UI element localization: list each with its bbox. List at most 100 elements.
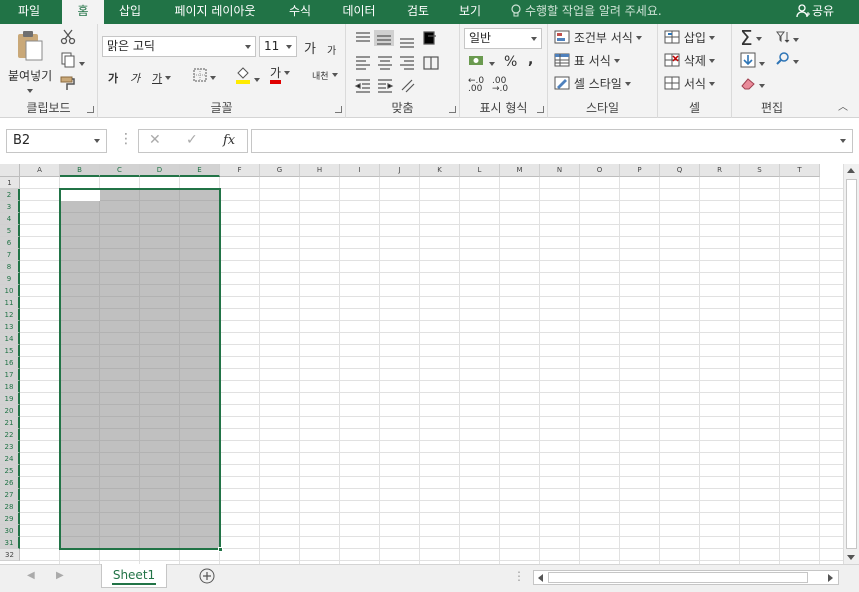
check-icon[interactable]: ✓ <box>186 132 198 148</box>
add-sheet-icon[interactable] <box>199 568 215 587</box>
column-header[interactable]: O <box>580 164 620 177</box>
row-header[interactable]: 24 <box>0 453 20 465</box>
paste-button[interactable]: 붙여넣기 <box>8 30 52 98</box>
selection-range[interactable] <box>59 188 221 550</box>
row-header[interactable]: 5 <box>0 225 20 237</box>
scroll-down-icon[interactable] <box>847 555 855 560</box>
row-header[interactable]: 13 <box>0 321 20 333</box>
number-format-combo[interactable]: 일반 <box>464 28 542 49</box>
border-button[interactable] <box>193 68 216 85</box>
column-header[interactable]: S <box>740 164 780 177</box>
row-header[interactable]: 32 <box>0 549 20 561</box>
row-header[interactable]: 2 <box>0 189 20 201</box>
increase-decimal-button[interactable]: ←.0.00 <box>468 77 484 94</box>
row-header[interactable]: 12 <box>0 309 20 321</box>
column-header[interactable]: R <box>700 164 740 177</box>
percent-button[interactable]: % <box>504 54 517 70</box>
row-header[interactable]: 25 <box>0 465 20 477</box>
worksheet-grid[interactable]: ABCDEFGHIJKLMNOPQRST 1 2 3 4 5 6 7 8 9 10 11 12 13 14… <box>0 164 843 564</box>
clipboard-launcher-icon[interactable] <box>87 106 94 113</box>
font-name-combo[interactable]: 맑은 고딕 <box>102 36 256 57</box>
row-header[interactable]: 21 <box>0 417 20 429</box>
insert-function-button[interactable]: fx <box>223 133 235 148</box>
column-header[interactable]: G <box>260 164 300 177</box>
tab-splitter-icon[interactable]: ⋮ <box>513 569 525 583</box>
row-header[interactable]: 1 <box>0 177 20 189</box>
column-header[interactable]: N <box>540 164 580 177</box>
column-header[interactable]: T <box>780 164 820 177</box>
select-all-corner[interactable] <box>0 164 20 177</box>
row-header[interactable]: 23 <box>0 441 20 453</box>
tab-data[interactable]: 데이터 <box>330 0 388 24</box>
column-header[interactable]: B <box>60 164 100 177</box>
cell-styles-button[interactable]: 셀 스타일 <box>554 75 631 92</box>
fill-button[interactable] <box>740 52 765 71</box>
tab-insert[interactable]: 삽입 <box>108 0 152 24</box>
delete-cells-button[interactable]: 삭제 <box>664 52 715 69</box>
row-header[interactable]: 26 <box>0 477 20 489</box>
fill-color-button[interactable] <box>235 66 260 87</box>
italic-button[interactable]: 가 <box>130 70 140 86</box>
alignment-icons[interactable] <box>354 30 458 102</box>
column-header[interactable]: E <box>180 164 220 177</box>
column-header[interactable]: D <box>140 164 180 177</box>
row-header[interactable]: 10 <box>0 285 20 297</box>
shrink-font-button[interactable]: 가 <box>327 42 336 57</box>
font-color-button[interactable]: 가 <box>270 66 291 84</box>
vertical-scroll-thumb[interactable] <box>846 179 857 549</box>
collapse-ribbon-icon[interactable]: ︿ <box>838 98 848 113</box>
column-header[interactable]: F <box>220 164 260 177</box>
tab-review[interactable]: 검토 <box>396 0 440 24</box>
row-header[interactable]: 27 <box>0 489 20 501</box>
column-header[interactable]: P <box>620 164 660 177</box>
currency-button[interactable] <box>468 54 495 71</box>
tab-file[interactable]: 파일 <box>0 0 58 24</box>
clear-button[interactable] <box>740 76 765 93</box>
scroll-left-icon[interactable] <box>538 574 543 582</box>
phonetic-button[interactable]: 내천 <box>312 69 338 82</box>
conditional-format-button[interactable]: 조건부 서식 <box>554 29 642 46</box>
column-header[interactable]: M <box>500 164 540 177</box>
name-box[interactable]: B2 <box>6 129 107 153</box>
row-header[interactable]: 11 <box>0 297 20 309</box>
row-header[interactable]: 18 <box>0 381 20 393</box>
decrease-decimal-button[interactable]: .00 →.0 <box>492 77 508 94</box>
row-header[interactable]: 31 <box>0 537 20 549</box>
row-header[interactable]: 3 <box>0 201 20 213</box>
tab-page-layout[interactable]: 페이지 레이아웃 <box>160 0 270 24</box>
autosum-button[interactable]: Σ <box>740 26 762 50</box>
share-button[interactable]: 공유 <box>796 0 834 24</box>
row-header[interactable]: 6 <box>0 237 20 249</box>
prev-sheet-icon[interactable]: ◀ <box>27 570 35 581</box>
font-launcher-icon[interactable] <box>335 106 342 113</box>
tab-formulas[interactable]: 수식 <box>278 0 322 24</box>
splitter-handle-icon[interactable]: ⋮ <box>119 131 133 147</box>
column-header[interactable]: L <box>460 164 500 177</box>
row-header[interactable]: 16 <box>0 357 20 369</box>
active-cell[interactable] <box>61 190 100 201</box>
row-header[interactable]: 7 <box>0 249 20 261</box>
bold-button[interactable]: 가 <box>108 70 118 86</box>
fill-handle[interactable] <box>218 547 223 552</box>
column-header[interactable]: C <box>100 164 140 177</box>
row-header[interactable]: 17 <box>0 369 20 381</box>
next-sheet-icon[interactable]: ▶ <box>56 570 64 581</box>
column-header[interactable]: J <box>380 164 420 177</box>
number-launcher-icon[interactable] <box>537 106 544 113</box>
row-header[interactable]: 9 <box>0 273 20 285</box>
format-as-table-button[interactable]: 표 서식 <box>554 52 620 69</box>
expand-formula-bar-icon[interactable] <box>840 139 846 143</box>
row-header[interactable]: 30 <box>0 525 20 537</box>
column-header[interactable]: I <box>340 164 380 177</box>
cancel-icon[interactable]: ✕ <box>149 132 161 148</box>
column-header[interactable]: H <box>300 164 340 177</box>
column-header[interactable]: Q <box>660 164 700 177</box>
format-cells-button[interactable]: 서식 <box>664 75 715 92</box>
format-painter-icon[interactable] <box>60 75 76 94</box>
row-header[interactable]: 4 <box>0 213 20 225</box>
find-select-button[interactable] <box>776 52 799 69</box>
formula-input[interactable] <box>251 129 853 153</box>
tell-me-search[interactable]: 수행할 작업을 알려 주세요. <box>510 0 662 24</box>
row-header[interactable]: 14 <box>0 333 20 345</box>
grow-font-button[interactable]: 가 <box>304 38 316 57</box>
